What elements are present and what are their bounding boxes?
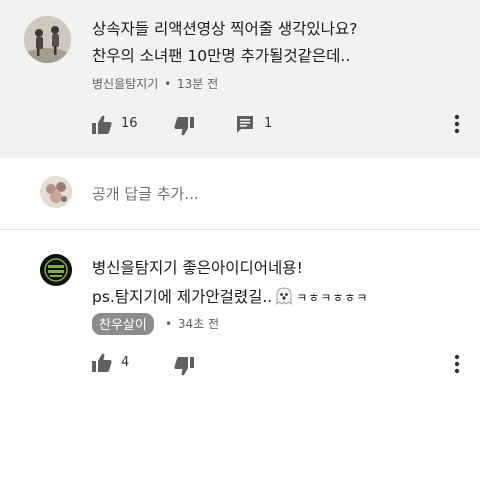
thumbs-up-icon: [92, 115, 112, 134]
author-chip[interactable]: 찬우살이: [92, 313, 154, 335]
like-count: 4: [121, 355, 130, 370]
more-vert-icon: [454, 114, 460, 134]
thumbs-up-icon: [92, 353, 112, 372]
comment2-meta: • 34초 전: [165, 315, 219, 332]
ghost-emoji: [274, 286, 294, 310]
reply-button[interactable]: [234, 113, 256, 135]
comment2-text-line1: 병신을탐지기 좋은아이디어네용!: [92, 259, 303, 277]
more-vert-icon: [454, 354, 460, 374]
comment2-time: 34초 전: [177, 317, 220, 331]
meta-separator: •: [164, 77, 172, 91]
more-options-button[interactable]: [448, 112, 466, 136]
thumbs-down-icon: [174, 356, 194, 375]
reply-count: 1: [264, 116, 273, 131]
divider: [0, 229, 480, 230]
comment1-text-line2: 찬우의 소녀팬 10만명 추가될것같은데..: [92, 47, 351, 65]
ghost-icon: [276, 287, 292, 305]
avatar-image: [40, 176, 72, 208]
meta-separator: •: [165, 317, 173, 331]
dislike-button[interactable]: [172, 114, 196, 138]
like-button[interactable]: [90, 350, 114, 374]
like-button[interactable]: [90, 112, 114, 136]
comment1-author[interactable]: 병신을탐지기: [92, 77, 158, 91]
more-options-button[interactable]: [448, 352, 466, 376]
like-count: 16: [121, 116, 138, 131]
comment1-avatar[interactable]: [24, 16, 71, 63]
comment2-text-line2: ps.탐지기에 제가안걸렸길.. ㅋㅎㅋㅎㅎㅋ: [92, 285, 368, 310]
comment2-laugh-text: ㅋㅎㅋㅎㅎㅋ: [296, 291, 369, 305]
avatar-image: [24, 16, 71, 63]
thumbs-down-icon: [174, 116, 194, 135]
comment1-meta: 병신을탐지기 • 13분 전: [92, 75, 218, 92]
comment2-text: ps.탐지기에 제가안걸렸길..: [92, 288, 273, 306]
comment1-text-line1: 상속자들 리액션영상 찍어줄 생각있나요?: [92, 20, 358, 38]
comment1-time: 13분 전: [176, 77, 219, 91]
comment2-avatar[interactable]: [40, 254, 72, 286]
current-user-avatar: [40, 176, 72, 208]
avatar-image: [40, 254, 72, 286]
reply-input[interactable]: 공개 답글 추가...: [92, 183, 199, 204]
comment-icon: [237, 116, 253, 133]
dislike-button[interactable]: [172, 354, 196, 378]
